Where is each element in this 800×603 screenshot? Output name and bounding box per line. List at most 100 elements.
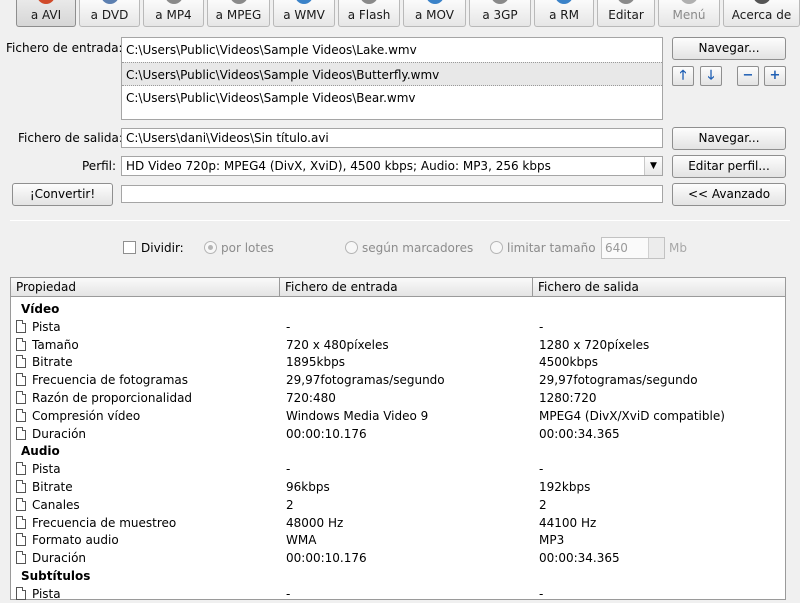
toolbar-button-label: a RM [549, 8, 579, 22]
input-browse-button[interactable]: Navegar... [672, 37, 786, 60]
table-row[interactable]: Frecuencia de muestreo 48000 Hz 44100 Hz [11, 514, 785, 532]
column-header-property[interactable]: Propiedad [11, 278, 280, 297]
table-row[interactable]: Tamaño 720 x 480píxeles 1280 x 720píxeles [11, 336, 785, 354]
property-cell: Duración [16, 549, 86, 567]
split-by-batch-radio[interactable]: por lotes [204, 240, 274, 256]
property-name: Duración [32, 426, 87, 441]
toolbar-button-2[interactable]: a MP4 [143, 0, 204, 27]
dvd-icon [100, 0, 119, 4]
toolbar-button-4[interactable]: a WMV [273, 0, 335, 27]
input-value-cell: 2 [286, 497, 294, 512]
split-limit-size-label: limitar tamaño [507, 241, 596, 255]
table-row[interactable]: Bitrate 96kbps 192kbps [11, 478, 785, 496]
output-value-cell: 44100 Hz [539, 515, 597, 530]
advanced-toggle-button[interactable]: << Avanzado [672, 183, 786, 206]
wmv-icon [295, 0, 313, 4]
toolbar-button-label: a AVI [30, 8, 62, 22]
table-row[interactable]: Canales 2 2 [11, 496, 785, 514]
split-option[interactable]: Dividir: [123, 240, 184, 256]
input-value-cell: 1895kbps [286, 355, 345, 370]
size-unit-label: Mb [669, 241, 687, 255]
property-cell: Compresión vídeo [16, 407, 140, 425]
split-by-markers-radio[interactable]: según marcadores [345, 240, 473, 256]
input-file-item[interactable]: C:\Users\Public\Videos\Sample Videos\But… [122, 62, 662, 86]
table-row[interactable]: Duración 00:00:10.176 00:00:34.365 [11, 425, 785, 443]
toolbar-button-6[interactable]: a MOV [403, 0, 466, 27]
edit-icon [617, 0, 635, 4]
add-file-button[interactable]: + [764, 66, 786, 86]
input-value-cell: - [286, 586, 291, 601]
output-value-cell: - [539, 319, 544, 334]
toolbar-button-label: a MPEG [215, 8, 262, 22]
property-cell: Bitrate [16, 353, 73, 371]
property-name: Formato audio [32, 533, 119, 548]
toolbar-button-11[interactable]: Acerca de [723, 0, 800, 27]
progress-bar [121, 185, 663, 203]
spinner-arrows-icon[interactable] [648, 238, 664, 258]
flash-icon [360, 0, 378, 4]
toolbar-button-7[interactable]: a 3GP [469, 0, 531, 27]
profile-select[interactable]: HD Video 720p: MPEG4 (DivX, XviD), 4500 … [121, 156, 663, 176]
format-toolbar: a AVI a DVD a MP4 a MPEG a WMV a Flash a MOV a … [0, 0, 800, 27]
move-up-button[interactable]: 🡑 [672, 66, 694, 86]
property-cell: Duración [16, 425, 86, 443]
output-value-cell: - [539, 586, 544, 601]
input-file-list[interactable]: C:\Users\Public\Videos\Sample Videos\Lak… [121, 37, 663, 120]
edit-profile-button[interactable]: Editar perfil... [672, 155, 786, 178]
property-name: Frecuencia de muestreo [32, 515, 177, 530]
split-limit-size-radio[interactable]: limitar tamaño [490, 240, 596, 256]
output-value-cell: MPEG4 (DivX/XviD compatible) [539, 408, 725, 423]
convert-button[interactable]: ¡Convertir! [12, 183, 113, 206]
toolbar-button-0[interactable]: a AVI [16, 0, 76, 27]
chevron-down-icon[interactable]: ▼ [644, 157, 662, 175]
column-header-input[interactable]: Fichero de entrada [280, 278, 533, 297]
profile-label: Perfil: [82, 159, 117, 173]
toolbar-button-8[interactable]: a RM [534, 0, 594, 27]
input-file-item[interactable]: C:\Users\Public\Videos\Sample Videos\Lak… [122, 38, 662, 62]
output-value-cell: MP3 [539, 533, 565, 548]
property-cell: Frecuencia de muestreo [16, 514, 176, 532]
table-row[interactable]: Razón de proporcionalidad 720:480 1280:720 [11, 389, 785, 407]
toolbar-button-1[interactable]: a DVD [79, 0, 140, 27]
document-icon [16, 355, 26, 369]
toolbar-button-5[interactable]: a Flash [338, 0, 400, 27]
property-cell: Vídeo [16, 300, 59, 318]
table-row[interactable]: Formato audio WMA MP3 [11, 531, 785, 549]
size-limit-spinner[interactable]: 640 [601, 237, 665, 259]
remove-file-button[interactable]: − [737, 66, 759, 86]
output-value-cell: 00:00:34.365 [539, 551, 620, 566]
table-row[interactable]: Frecuencia de fotogramas 29,97fotogramas/… [11, 371, 785, 389]
arrow-down-icon: 🡓 [707, 68, 715, 83]
toolbar-button-label: a MP4 [155, 8, 192, 22]
input-value-cell: 720 x 480píxeles [286, 337, 389, 352]
table-section-row[interactable]: Subtítulos [11, 567, 785, 585]
output-value-cell: 00:00:34.365 [539, 426, 620, 441]
table-row[interactable]: Compresión vídeo Windows Media Video 9 MPE… [11, 407, 785, 425]
separator [10, 220, 790, 221]
table-section-row[interactable]: Audio [11, 442, 785, 460]
table-row[interactable]: Bitrate 1895kbps 4500kbps [11, 353, 785, 371]
document-icon [16, 462, 26, 476]
table-section-row[interactable]: Vídeo [11, 300, 785, 318]
property-name: Duración [32, 551, 87, 566]
toolbar-button-3[interactable]: a MPEG [207, 0, 270, 27]
table-row[interactable]: Pista - - [11, 318, 785, 336]
input-value-cell: Windows Media Video 9 [286, 408, 429, 423]
output-browse-button[interactable]: Navegar... [672, 127, 786, 150]
property-name: Compresión vídeo [32, 408, 141, 423]
properties-table[interactable]: Propiedad Fichero de entrada Fichero de … [10, 277, 786, 603]
document-icon [16, 551, 26, 565]
output-value-cell: - [539, 462, 544, 477]
toolbar-button-label: a DVD [90, 8, 129, 22]
move-down-button[interactable]: 🡓 [700, 66, 722, 86]
toolbar-button-9[interactable]: Editar [597, 0, 655, 27]
table-row[interactable]: Pista - - [11, 585, 785, 603]
property-cell: Pista [16, 585, 61, 603]
split-checkbox[interactable] [123, 241, 136, 254]
column-header-output[interactable]: Fichero de salida [533, 278, 785, 297]
toolbar-button-10[interactable]: Menú [658, 0, 720, 27]
table-row[interactable]: Pista - - [11, 460, 785, 478]
output-file-field[interactable]: C:\Users\dani\Videos\Sin título.avi [121, 128, 663, 148]
input-file-item[interactable]: C:\Users\Public\Videos\Sample Videos\Bea… [122, 86, 662, 110]
table-row[interactable]: Duración 00:00:10.176 00:00:34.365 [11, 549, 785, 567]
